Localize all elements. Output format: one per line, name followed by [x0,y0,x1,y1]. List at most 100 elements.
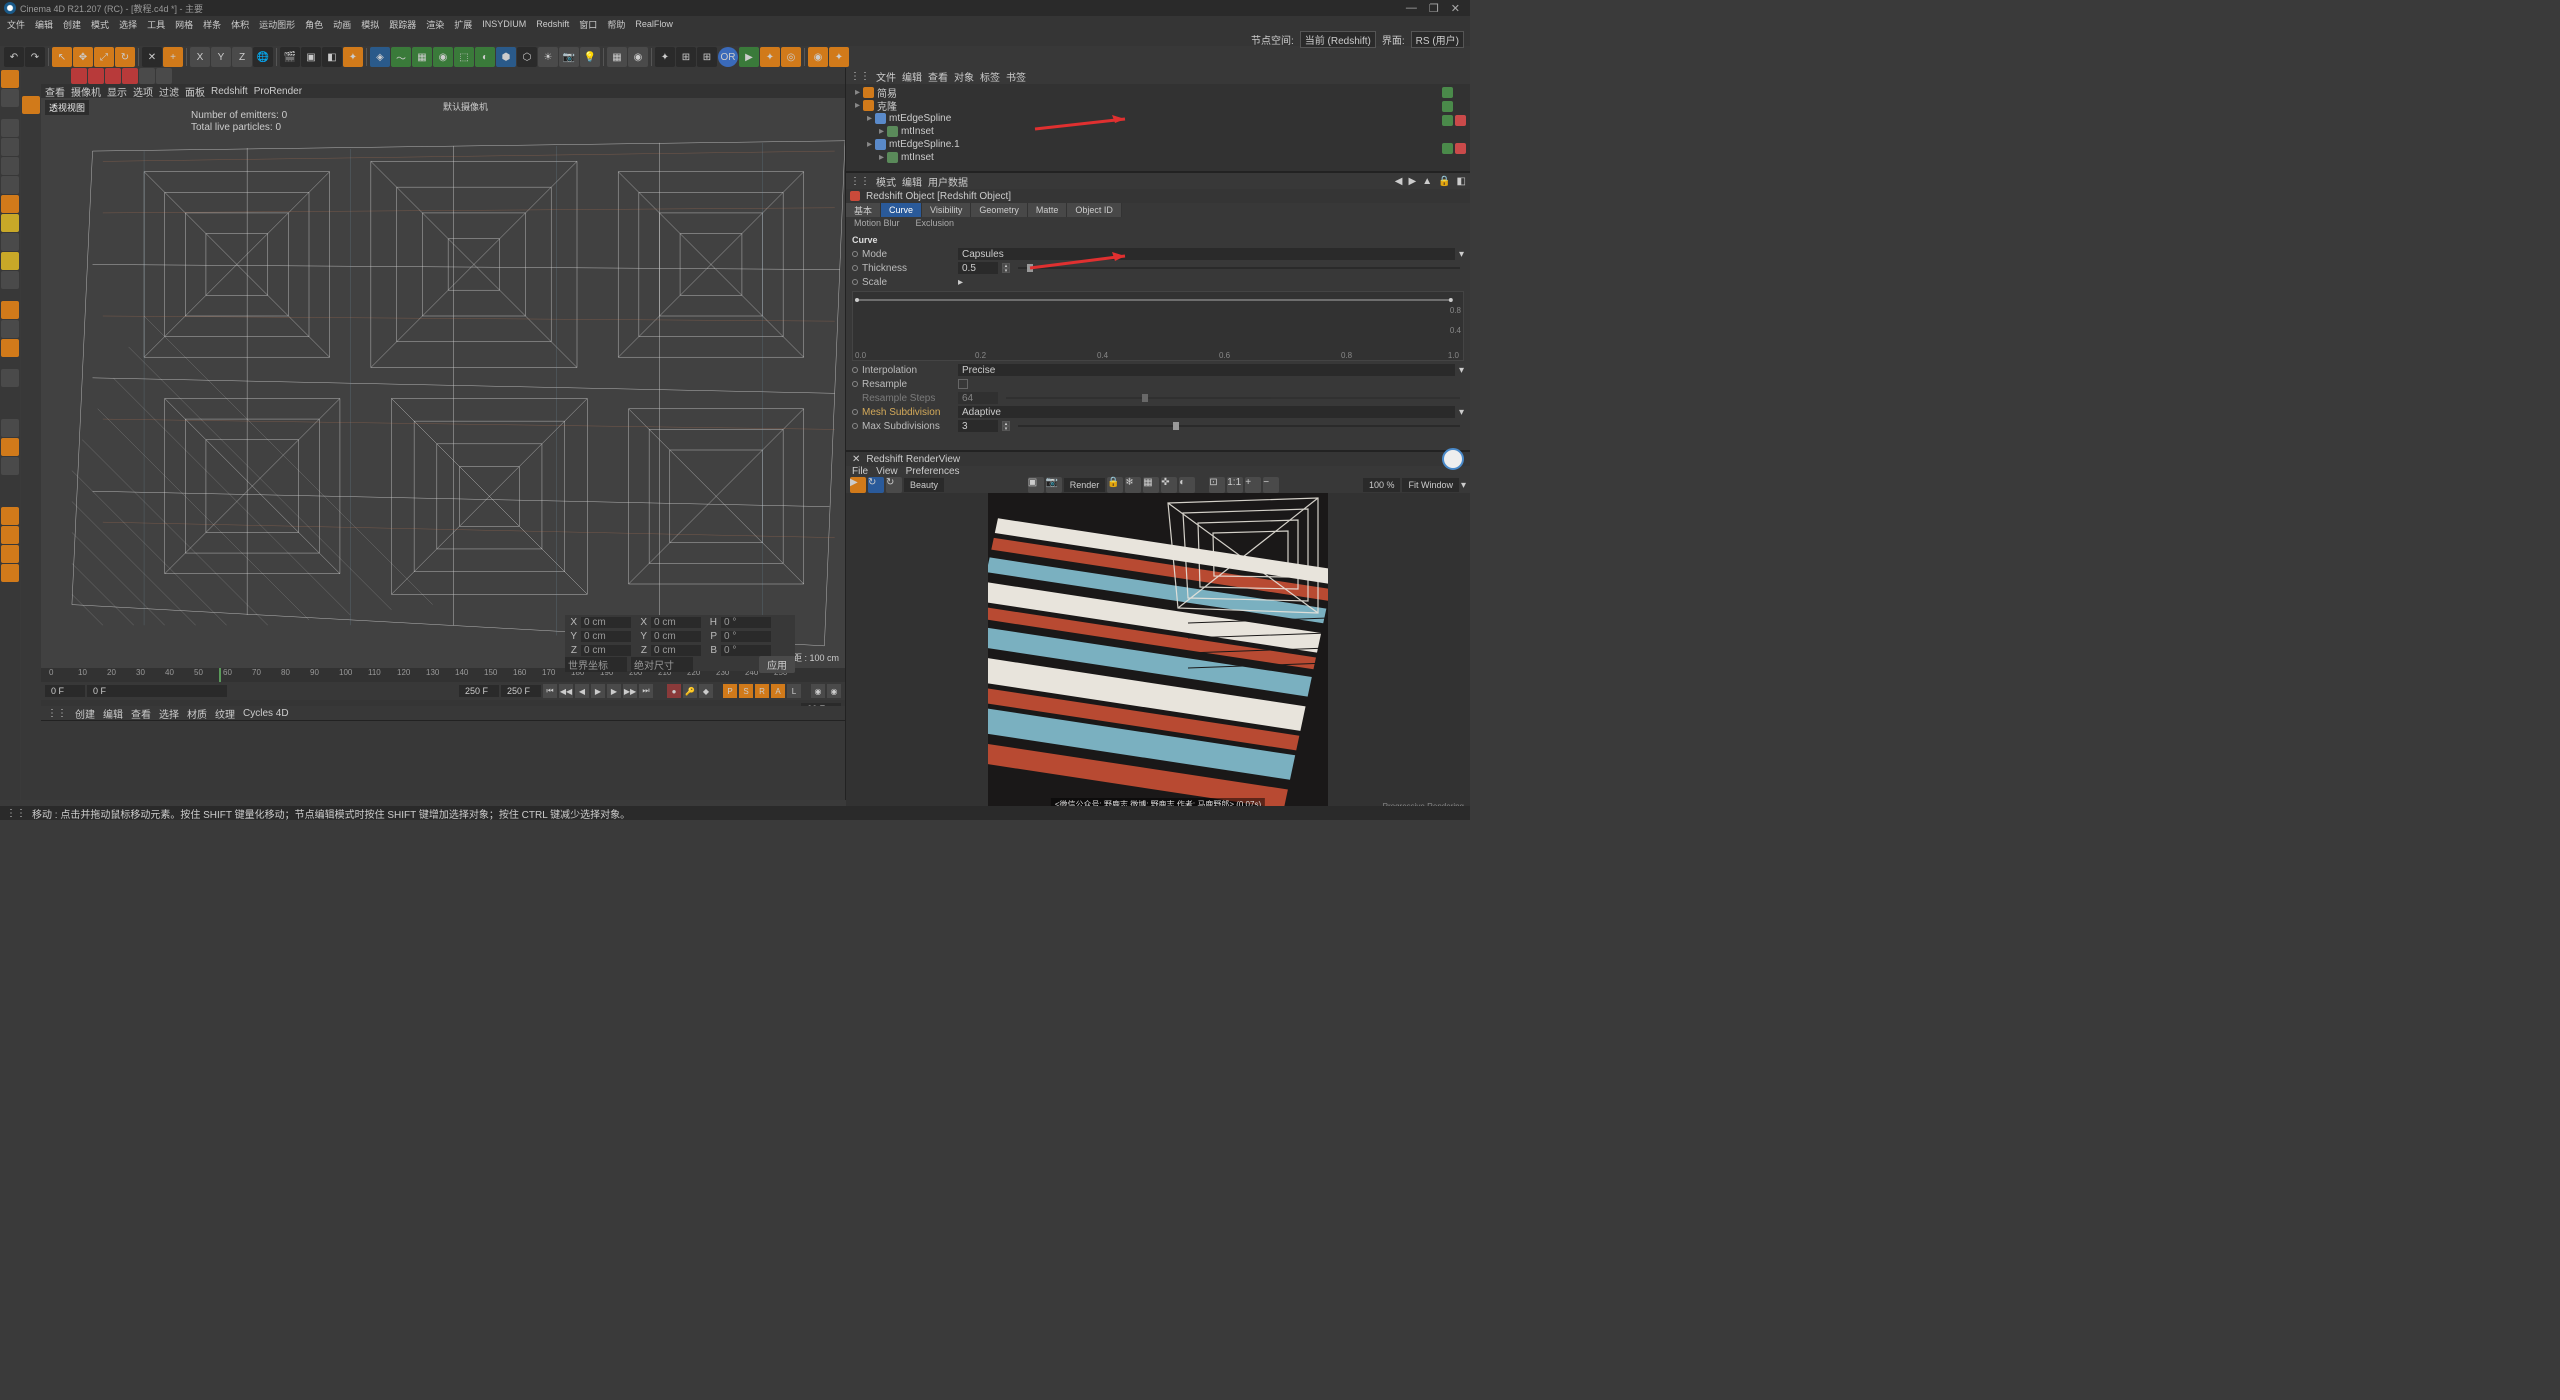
objmenu-对象[interactable]: 对象 [954,69,974,84]
grid-icon[interactable]: ⊞ [697,47,717,67]
cube-primitive[interactable]: ◈ [370,47,390,67]
objmenu-查看[interactable]: 查看 [928,69,948,84]
matmenu-材质[interactable]: 材质 [187,706,207,721]
tl-prev-frame[interactable]: ◀ [575,684,589,698]
rv-refresh-button[interactable]: ↻ [886,477,902,493]
menu-动画[interactable]: 动画 [330,18,354,31]
tl-rot-key[interactable]: R [755,684,769,698]
rv-zoom-out-icon[interactable]: − [1263,477,1279,493]
lock-btn[interactable] [1,369,19,387]
object-row[interactable]: ▸mtInset [848,151,1468,164]
select-tool[interactable]: ↖ [52,47,72,67]
tl-start-input[interactable]: 0 F [87,685,227,697]
tl-pos-key[interactable]: P [723,684,737,698]
rv-zoom-1-icon[interactable]: 1:1 [1227,477,1243,493]
menu-编辑[interactable]: 编辑 [32,18,56,31]
extra-1[interactable] [1,419,19,437]
objmenu-文件[interactable]: 文件 [876,69,896,84]
object-tree[interactable]: ▸简易▸克隆▸mtEdgeSpline▸mtInset▸mtEdgeSpline… [846,84,1470,171]
menu-样条[interactable]: 样条 [200,18,224,31]
texture-mode[interactable] [1,89,19,107]
menu-工具[interactable]: 工具 [144,18,168,31]
rotate-tool[interactable]: ↻ [115,47,135,67]
axis-mode[interactable] [1,138,19,156]
menu-模拟[interactable]: 模拟 [358,18,382,31]
rv-zoom-fit-icon[interactable]: ⊡ [1209,477,1225,493]
rv-aov-select[interactable]: Beauty [904,478,944,492]
size-y-input[interactable]: 0 cm [651,631,701,642]
field-tool[interactable]: ⬡ [517,47,537,67]
redo-button[interactable]: ↷ [25,47,45,67]
ipr-icon[interactable]: ▶ [739,47,759,67]
light-tool[interactable]: 💡 [580,47,600,67]
tab-motion-blur[interactable]: Motion Blur [846,217,908,229]
viewmenu-显示[interactable]: 显示 [107,84,127,99]
viewmenu-摄像机[interactable]: 摄像机 [71,84,101,99]
menu-RealFlow[interactable]: RealFlow [632,19,676,29]
dropdown-arrow-icon[interactable]: ▾ [1459,407,1464,418]
model-mode[interactable] [1,70,19,88]
dock-rec-4[interactable] [122,68,138,84]
dropdown-arrow-icon[interactable]: ▾ [1461,480,1466,491]
tl-param-key[interactable]: A [771,684,785,698]
tweak-mode[interactable] [1,271,19,289]
render-view[interactable]: ▣ [301,47,321,67]
tl-keyframe[interactable]: ◆ [699,684,713,698]
tl-pla-key[interactable]: L [787,684,801,698]
renderview-viewport[interactable]: <微信公众号: 野鹿志 微博: 野鹿志 作者: 马鹿野郎> (0.07s) Pr… [846,493,1470,813]
menu-Redshift[interactable]: Redshift [533,19,572,29]
rot-p-input[interactable]: 0 ° [721,631,771,642]
object-row[interactable]: ▸mtEdgeSpline.1 [848,138,1468,151]
size-z-input[interactable]: 0 cm [651,645,701,656]
mograph-tool[interactable]: ⬢ [496,47,516,67]
object-row[interactable]: ▸mtInset [848,125,1468,138]
coord-z-input[interactable]: 0 cm [581,645,631,656]
coord-apply-button[interactable]: 应用 [759,656,795,673]
rv-snapshot-icon[interactable]: 📷 [1046,477,1062,493]
tab-基本[interactable]: 基本 [846,203,881,217]
dock-rec-1[interactable] [71,68,87,84]
attr-nav-back-icon[interactable]: ◀ [1395,176,1403,187]
viewmenu-面板[interactable]: 面板 [185,84,205,99]
rv-picker-icon[interactable]: ✜ [1161,477,1177,493]
attr-nav-up-icon[interactable]: ▲ [1422,176,1432,187]
viewmenu-过滤[interactable]: 过滤 [159,84,179,99]
sel-rect[interactable] [1,526,19,544]
tl-next-frame[interactable]: ▶ [607,684,621,698]
viewmenu-查看[interactable]: 查看 [45,84,65,99]
viewmenu-选项[interactable]: 选项 [133,84,153,99]
rf-emit-icon[interactable]: ◉ [808,47,828,67]
tab-object id[interactable]: Object ID [1067,203,1122,217]
menu-创建[interactable]: 创建 [60,18,84,31]
tab-exclusion[interactable]: Exclusion [908,217,963,229]
maximize-button[interactable]: ❐ [1429,2,1439,15]
expand-icon[interactable]: ▸ [958,277,963,288]
perspective-viewport[interactable]: 透视视图 默认摄像机 Number of emitters: 0 Total l… [41,98,845,668]
tl-end-input[interactable]: 250 F [459,685,499,697]
rs-camera-icon[interactable]: ◎ [781,47,801,67]
tl-step-fwd[interactable]: ▶▶ [623,684,637,698]
matmenu-查看[interactable]: 查看 [131,706,151,721]
timeline-playhead[interactable] [219,668,221,682]
coord-y-input[interactable]: 0 cm [581,631,631,642]
dock-6[interactable] [156,68,172,84]
tab-geometry[interactable]: Geometry [971,203,1028,217]
nurbs-tool[interactable]: ◉ [433,47,453,67]
object-row[interactable]: ▸mtEdgeSpline [848,112,1468,125]
max-subdivisions-input[interactable]: 3 [958,420,998,432]
dock-5[interactable] [139,68,155,84]
uvpoint-mode[interactable] [1,233,19,251]
param-bullet-icon[interactable] [852,367,858,373]
tab-curve[interactable]: Curve [881,203,922,217]
menu-选择[interactable]: 选择 [116,18,140,31]
scale-tool[interactable]: ⤢ [94,47,114,67]
matmenu-创建[interactable]: 创建 [75,706,95,721]
mesh-subdivision-select[interactable]: Adaptive [958,406,1455,418]
rv-bucket-icon[interactable]: ▦ [1143,477,1159,493]
resample-checkbox[interactable] [958,379,968,389]
rv-zoom-value[interactable]: 100 % [1363,478,1401,492]
tab-matte[interactable]: Matte [1028,203,1068,217]
param-bullet-icon[interactable] [852,251,858,257]
tl-autokey[interactable]: 🔑 [683,684,697,698]
nodespace-select[interactable]: 当前 (Redshift) [1300,31,1376,48]
